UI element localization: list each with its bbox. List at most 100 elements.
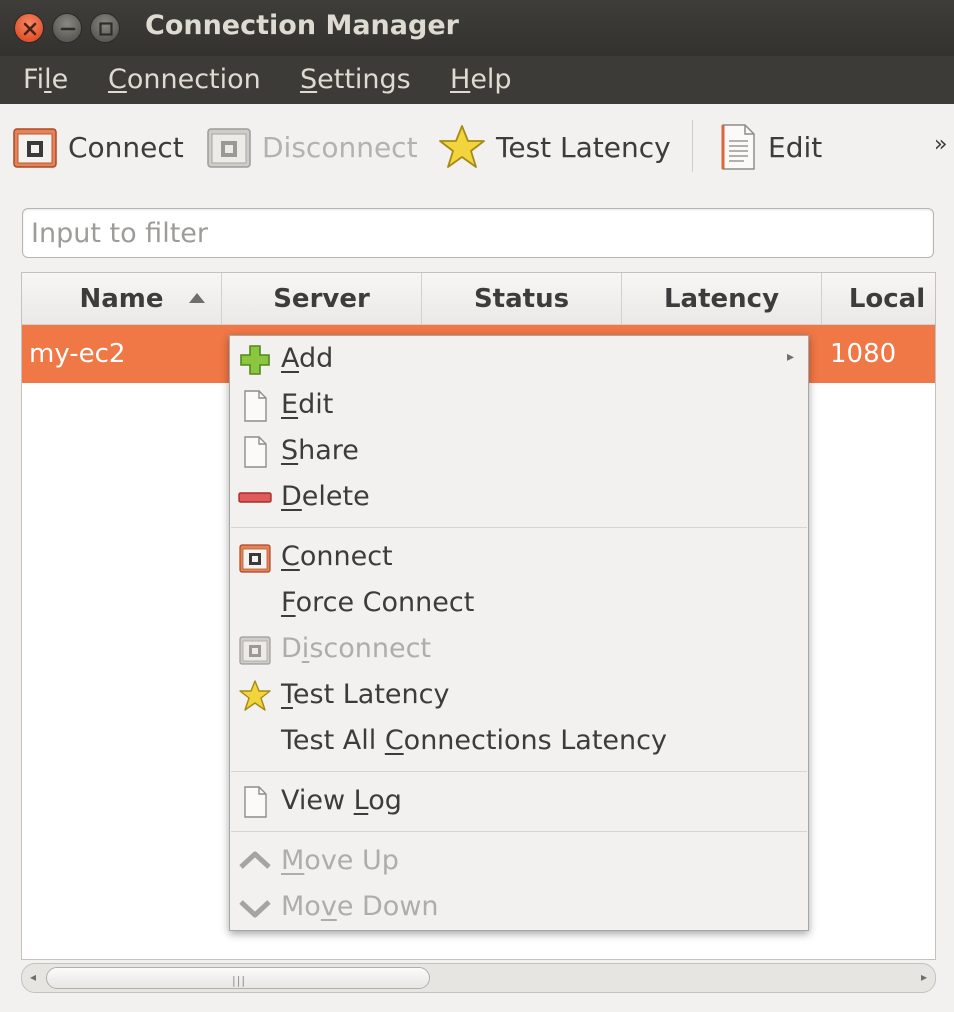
document-icon — [244, 390, 267, 422]
context-menu-delete[interactable]: Delete — [230, 475, 808, 521]
context-connect-label: onnect — [299, 541, 393, 572]
context-move-up-label: ove Up — [304, 845, 399, 876]
chevron-down-icon — [239, 900, 271, 918]
context-force-connect-label: orce Connect — [295, 587, 475, 618]
toolbar-connect-button[interactable]: Connect — [12, 122, 184, 172]
disconnect-icon — [239, 636, 271, 665]
context-menu-share[interactable]: Share — [230, 429, 808, 475]
menu-help-post: elp — [470, 64, 512, 95]
context-disconnect-pre: D — [281, 633, 302, 664]
context-menu-connect[interactable]: Connect — [230, 535, 808, 581]
context-share-mnemonic: S — [281, 435, 299, 466]
star-icon — [439, 125, 485, 168]
context-test-latency-label: est Latency — [292, 679, 450, 710]
window-title: Connection Manager — [145, 10, 459, 41]
context-move-down-label: e Down — [336, 891, 439, 922]
context-menu: Add ▸ Edit Share Delete Connect Force Co — [229, 335, 809, 931]
minus-icon — [238, 492, 272, 503]
close-window-button[interactable] — [14, 13, 44, 43]
context-menu-view-log[interactable]: View Log — [230, 779, 808, 825]
context-share-label: hare — [298, 435, 359, 466]
column-header-status[interactable]: Status — [422, 273, 622, 325]
context-view-log-label: og — [368, 785, 402, 816]
plus-icon — [240, 345, 270, 375]
context-add-mnemonic: A — [281, 343, 299, 374]
sort-ascending-icon — [189, 293, 205, 303]
column-header-status-label: Status — [473, 284, 570, 314]
title-bar: Connection Manager — [0, 0, 954, 56]
context-menu-disconnect[interactable]: Disconnect — [230, 627, 808, 673]
menu-separator — [231, 771, 807, 772]
context-delete-label: elete — [301, 481, 370, 512]
context-force-connect-mnemonic: F — [281, 587, 296, 618]
menu-file-pre: Fi — [23, 64, 45, 95]
context-move-down-pre: Mo — [281, 891, 321, 922]
document-icon — [721, 124, 755, 170]
toolbar-disconnect-label: Disconnect — [262, 130, 418, 164]
menu-file-mnemonic: l — [44, 64, 52, 95]
menu-connection-post: onnection — [126, 64, 261, 95]
menu-help-mnemonic: H — [450, 64, 471, 95]
context-test-all-label: onnections Latency — [403, 725, 667, 756]
context-menu-force-connect[interactable]: Force Connect — [230, 581, 808, 627]
menu-file[interactable]: File — [23, 64, 68, 95]
disconnect-icon — [207, 128, 251, 168]
cell-name: my-ec2 — [29, 339, 126, 369]
scrollbar-grip: ||| — [232, 974, 247, 987]
context-edit-label: dit — [298, 389, 334, 420]
context-edit-mnemonic: E — [281, 389, 299, 420]
scroll-left-arrow-icon[interactable]: ◂ — [30, 970, 36, 984]
toolbar-edit-button[interactable]: Edit — [718, 122, 822, 172]
column-header-local-label: Local — [848, 284, 926, 314]
context-test-all-pre: Test All — [281, 725, 385, 756]
scrollbar-thumb[interactable]: ||| — [46, 967, 430, 989]
column-header-name-label: Name — [79, 284, 164, 314]
column-header-server-label: Server — [273, 284, 370, 314]
menu-help[interactable]: Help — [450, 64, 512, 95]
context-menu-move-down[interactable]: Move Down — [230, 885, 808, 931]
menu-separator — [231, 831, 807, 832]
context-menu-add[interactable]: Add ▸ — [230, 337, 808, 383]
connect-icon — [239, 544, 271, 573]
context-test-latency-mnemonic: T — [281, 679, 293, 710]
submenu-arrow-icon: ▸ — [786, 349, 794, 365]
context-view-log-pre: View — [281, 785, 354, 816]
close-icon — [23, 22, 37, 36]
menu-settings-mnemonic: S — [300, 64, 318, 95]
scroll-right-arrow-icon[interactable]: ▸ — [921, 970, 927, 984]
minimize-window-button[interactable] — [52, 13, 82, 43]
column-header-latency-label: Latency — [663, 284, 780, 314]
cell-local: 1080 — [830, 339, 897, 369]
menu-connection[interactable]: Connection — [108, 64, 261, 95]
connect-icon — [13, 128, 57, 168]
context-delete-mnemonic: D — [281, 481, 302, 512]
context-menu-move-up[interactable]: Move Up — [230, 839, 808, 885]
context-move-down-mnemonic: v — [320, 891, 337, 922]
horizontal-scrollbar[interactable]: ◂ ||| ▸ — [21, 963, 936, 993]
toolbar-edit-label: Edit — [768, 130, 823, 164]
context-menu-test-latency[interactable]: Test Latency — [230, 673, 808, 719]
toolbar-disconnect-button[interactable]: Disconnect — [206, 122, 418, 172]
column-header-latency[interactable]: Latency — [622, 273, 822, 325]
column-header-server[interactable]: Server — [222, 273, 422, 325]
toolbar-test-latency-label: Test Latency — [496, 130, 671, 164]
menu-settings[interactable]: Settings — [300, 64, 411, 95]
context-menu-test-all-latency[interactable]: Test All Connections Latency — [230, 719, 808, 765]
toolbar-overflow-button[interactable]: » — [934, 132, 947, 157]
toolbar-test-latency-button[interactable]: Test Latency — [438, 122, 671, 172]
column-header-local[interactable]: Local — [822, 273, 935, 325]
filter-input[interactable] — [22, 208, 934, 258]
menu-separator — [231, 527, 807, 528]
context-menu-edit[interactable]: Edit — [230, 383, 808, 429]
context-connect-mnemonic: C — [281, 541, 300, 572]
maximize-icon — [99, 22, 113, 36]
maximize-window-button[interactable] — [90, 13, 120, 43]
minimize-icon — [60, 27, 76, 31]
column-header-name[interactable]: Name — [22, 273, 222, 325]
context-move-up-mnemonic: M — [281, 845, 305, 876]
toolbar-connect-label: Connect — [68, 130, 184, 164]
document-icon — [244, 436, 267, 468]
toolbar-separator — [692, 120, 693, 172]
chevron-up-icon — [239, 851, 271, 869]
menu-connection-mnemonic: C — [108, 64, 127, 95]
